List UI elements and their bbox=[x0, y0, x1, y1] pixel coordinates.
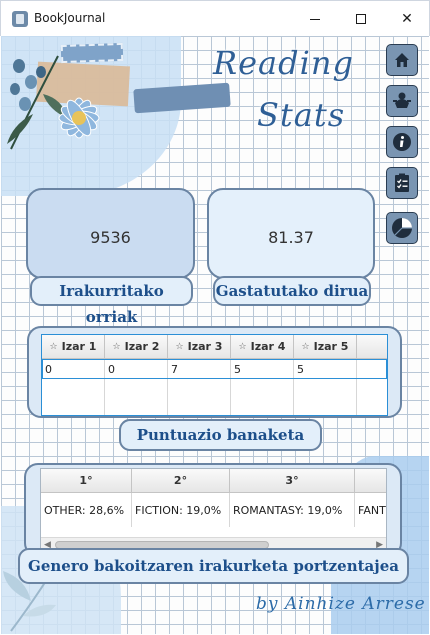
table-cell[interactable]: OTHER: 28,6% bbox=[41, 493, 132, 527]
table-cell[interactable]: 5 bbox=[231, 359, 294, 379]
table-cell bbox=[231, 379, 294, 415]
column-header[interactable]: ☆ Izar 3 bbox=[168, 335, 231, 358]
star-icon: ☆ bbox=[238, 341, 247, 352]
table-cell[interactable]: FICTION: 19,0% bbox=[132, 493, 230, 527]
table-cell bbox=[294, 379, 357, 415]
stats-page: Reading Stats 9536 Irakurritako orriak 8… bbox=[1, 36, 429, 634]
page-title-line-1: Reading bbox=[213, 44, 354, 82]
star-icon: ☆ bbox=[175, 341, 184, 352]
minimize-icon bbox=[310, 18, 320, 20]
pages-read-card: 9536 bbox=[26, 188, 195, 279]
column-header[interactable]: ☆ Izar 1 bbox=[42, 335, 105, 358]
window-title: BookJournal bbox=[34, 11, 106, 25]
character-icon bbox=[393, 92, 411, 108]
money-spent-value: 81.37 bbox=[268, 228, 314, 247]
table-cell[interactable]: 5 bbox=[294, 359, 357, 379]
genres-table[interactable]: 1° 2° 3° OTHER: 28,6% FICTION: 19,0% ROM… bbox=[40, 468, 387, 552]
nav-character-button[interactable] bbox=[386, 85, 418, 117]
ratings-table-header: ☆ Izar 1 ☆ Izar 2 ☆ Izar 3 ☆ Izar 4 ☆ Izar 5 bbox=[42, 335, 387, 359]
table-cell[interactable]: 0 bbox=[42, 359, 105, 379]
table-row[interactable]: 0 0 7 5 5 bbox=[42, 359, 387, 379]
ratings-label: Puntuazio banaketa bbox=[119, 419, 322, 451]
close-button[interactable]: ✕ bbox=[384, 1, 430, 37]
column-header[interactable]: 2° bbox=[132, 469, 230, 492]
table-row[interactable]: OTHER: 28,6% FICTION: 19,0% ROMANTASY: 1… bbox=[41, 493, 386, 527]
maximize-button[interactable] bbox=[338, 1, 384, 37]
table-cell[interactable]: ROMANTASY: 19,0% bbox=[230, 493, 355, 527]
home-icon bbox=[395, 53, 409, 67]
money-spent-label: Gastatutako dirua bbox=[213, 276, 371, 306]
table-cell-filler bbox=[357, 359, 387, 379]
ratings-table[interactable]: ☆ Izar 1 ☆ Izar 2 ☆ Izar 3 ☆ Izar 4 ☆ Izar 5 … bbox=[41, 334, 388, 416]
genres-table-header: 1° 2° 3° bbox=[41, 469, 386, 493]
table-cell[interactable]: 0 bbox=[105, 359, 168, 379]
app-icon bbox=[12, 11, 28, 27]
table-cell[interactable]: 7 bbox=[168, 359, 231, 379]
column-header[interactable]: 3° bbox=[230, 469, 355, 492]
star-icon: ☆ bbox=[301, 341, 310, 352]
column-header[interactable] bbox=[355, 469, 386, 492]
nav-checklist-button[interactable] bbox=[386, 167, 418, 199]
title-bar: BookJournal ✕ bbox=[0, 0, 430, 36]
pie-chart-icon bbox=[392, 218, 412, 238]
column-header[interactable]: ☆ Izar 2 bbox=[105, 335, 168, 358]
nav-info-button[interactable] bbox=[386, 126, 418, 158]
signature-text: by Ainhize Arrese bbox=[256, 594, 426, 614]
minimize-button[interactable] bbox=[292, 1, 338, 37]
pages-read-value: 9536 bbox=[90, 228, 131, 247]
table-empty-area bbox=[42, 379, 387, 415]
flower-decoration bbox=[58, 97, 100, 139]
pages-read-label: Irakurritako orriak bbox=[30, 276, 193, 326]
star-icon: ☆ bbox=[112, 341, 121, 352]
column-header-filler bbox=[357, 335, 387, 358]
column-header[interactable]: ☆ Izar 4 bbox=[231, 335, 294, 358]
close-icon: ✕ bbox=[401, 11, 413, 27]
nav-home-button[interactable] bbox=[386, 44, 418, 76]
money-spent-card: 81.37 bbox=[207, 188, 375, 279]
checklist-icon bbox=[395, 173, 409, 192]
table-cell[interactable]: FANT bbox=[355, 493, 386, 527]
column-header[interactable]: 1° bbox=[41, 469, 132, 492]
star-icon: ☆ bbox=[49, 341, 58, 352]
column-header[interactable]: ☆ Izar 5 bbox=[294, 335, 357, 358]
info-icon bbox=[393, 133, 411, 151]
page-title-line-2: Stats bbox=[257, 96, 346, 134]
nav-stats-button[interactable] bbox=[386, 212, 418, 244]
genres-label: Genero bakoitzaren irakurketa portzentaj… bbox=[18, 548, 409, 584]
maximize-icon bbox=[356, 14, 366, 24]
table-cell bbox=[42, 379, 105, 415]
table-cell bbox=[105, 379, 168, 415]
table-cell bbox=[168, 379, 231, 415]
